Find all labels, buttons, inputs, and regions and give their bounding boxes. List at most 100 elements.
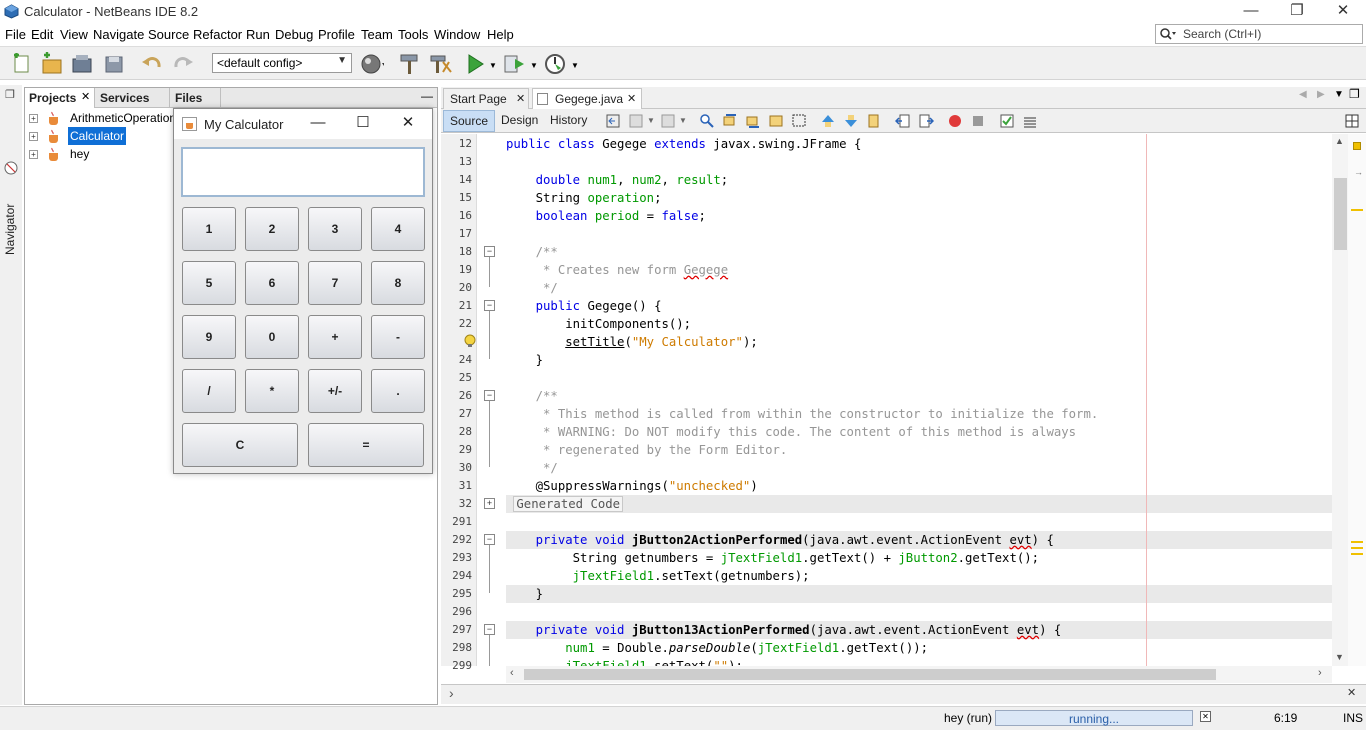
warning-marker[interactable] — [1351, 547, 1363, 549]
find-next-icon[interactable] — [745, 113, 761, 129]
vertical-scroll-thumb[interactable] — [1334, 178, 1347, 250]
scroll-left-icon[interactable]: ‹ — [510, 667, 514, 679]
calc-button-decimal[interactable]: . — [371, 369, 425, 413]
undo-icon[interactable] — [140, 52, 164, 76]
save-all-icon[interactable] — [102, 52, 126, 76]
calc-button-plus[interactable]: + — [308, 315, 362, 359]
cancel-process-icon[interactable]: ✕ — [1200, 711, 1211, 722]
tab-design[interactable]: Design — [495, 110, 544, 132]
new-file-icon[interactable] — [10, 52, 34, 76]
back-dropdown-icon[interactable]: ▼ — [647, 116, 655, 125]
calc-button-9[interactable]: 9 — [182, 315, 236, 359]
fold-collapse-icon[interactable]: − — [484, 246, 495, 257]
next-bookmark-icon[interactable] — [843, 113, 859, 129]
document-list-icon[interactable]: ▼ — [1334, 89, 1344, 100]
back-icon[interactable] — [628, 113, 644, 129]
calc-minimize-button[interactable]: — — [298, 109, 338, 139]
forward-dropdown-icon[interactable]: ▼ — [679, 116, 687, 125]
warning-marker[interactable] — [1351, 209, 1363, 211]
calc-button-0[interactable]: 0 — [245, 315, 299, 359]
lightbulb-hint-icon[interactable] — [463, 334, 477, 348]
restore-button[interactable]: ❐ — [1274, 0, 1320, 24]
calc-button-6[interactable]: 6 — [245, 261, 299, 305]
previous-bookmark-icon[interactable] — [820, 113, 836, 129]
warning-status-icon[interactable] — [1353, 142, 1361, 150]
new-project-icon[interactable] — [40, 52, 64, 76]
code-editor[interactable]: public class Gegege extends javax.swing.… — [506, 134, 1332, 666]
calc-button-minus[interactable]: - — [371, 315, 425, 359]
menu-refactor[interactable]: Refactor — [193, 27, 242, 42]
menu-file[interactable]: File — [5, 27, 26, 42]
calc-maximize-button[interactable]: ☐ — [343, 109, 383, 139]
stop-macro-recording-icon[interactable] — [970, 113, 986, 129]
vertical-scrollbar[interactable]: ▲ ▼ — [1332, 134, 1348, 666]
tab-history[interactable]: History — [544, 110, 593, 132]
warning-marker[interactable] — [1351, 553, 1363, 555]
horizontal-scroll-thumb[interactable] — [524, 669, 1216, 680]
run-progress-bar[interactable]: running... — [995, 710, 1193, 726]
menu-edit[interactable]: Edit — [31, 27, 53, 42]
calc-button-divide[interactable]: / — [182, 369, 236, 413]
fold-collapse-icon[interactable]: − — [484, 534, 495, 545]
expand-icon[interactable]: + — [29, 114, 38, 123]
minimize-panel-icon[interactable]: — — [421, 89, 433, 103]
tab-services[interactable]: Services — [96, 88, 170, 108]
fold-collapse-icon[interactable]: − — [484, 390, 495, 401]
calc-button-7[interactable]: 7 — [308, 261, 362, 305]
generated-code-fold[interactable]: Generated Code — [513, 496, 624, 512]
menu-view[interactable]: View — [60, 27, 88, 42]
chevron-right-icon[interactable]: › — [449, 685, 454, 701]
search-input[interactable]: Search (Ctrl+I) — [1155, 24, 1363, 44]
calc-button-8[interactable]: 8 — [371, 261, 425, 305]
tab-source[interactable]: Source — [443, 110, 496, 132]
shift-right-icon[interactable] — [918, 113, 934, 129]
close-icon[interactable]: ✕ — [1347, 686, 1356, 699]
close-window-button[interactable]: ✕ — [1320, 0, 1366, 24]
scroll-up-icon[interactable]: ▲ — [1335, 136, 1344, 146]
fold-collapse-icon[interactable]: − — [484, 624, 495, 635]
minimize-button[interactable]: — — [1228, 0, 1274, 24]
tab-start-page[interactable]: Start Page ✕ — [443, 88, 529, 109]
close-icon[interactable]: ✕ — [81, 90, 90, 103]
calc-button-equals[interactable]: = — [308, 423, 424, 467]
menu-window[interactable]: Window — [434, 27, 480, 42]
running-process-label[interactable]: hey (run) — [944, 711, 992, 725]
build-hammer-icon[interactable] — [398, 52, 422, 76]
menu-navigate[interactable]: Navigate — [93, 27, 144, 42]
fold-collapse-icon[interactable]: − — [484, 300, 495, 311]
config-dropdown[interactable]: <default config> ▼ — [212, 53, 352, 73]
toggle-highlight-icon[interactable] — [768, 113, 784, 129]
calc-button-1[interactable]: 1 — [182, 207, 236, 251]
menu-source[interactable]: Source — [148, 27, 189, 42]
menu-profile[interactable]: Profile — [318, 27, 355, 42]
browser-globe-icon[interactable] — [360, 52, 384, 76]
clean-build-icon[interactable] — [429, 52, 453, 76]
last-edit-icon[interactable] — [605, 113, 621, 129]
calc-button-clear[interactable]: C — [182, 423, 298, 467]
validate-xml-icon[interactable] — [1022, 113, 1038, 129]
calculator-display[interactable] — [181, 147, 425, 197]
menu-debug[interactable]: Debug — [275, 27, 313, 42]
rectangular-selection-icon[interactable] — [791, 113, 807, 129]
restore-window-group-icon[interactable]: ❐ — [5, 88, 15, 101]
fold-expand-icon[interactable]: + — [484, 498, 495, 509]
expand-icon[interactable]: + — [29, 132, 38, 141]
toggle-bookmark-icon[interactable] — [866, 113, 882, 129]
tab-files[interactable]: Files — [171, 88, 221, 108]
calc-button-negate[interactable]: +/- — [308, 369, 362, 413]
calc-button-4[interactable]: 4 — [371, 207, 425, 251]
run-project-icon[interactable] — [463, 52, 487, 76]
tab-gegege-java[interactable]: Gegege.java ✕ — [532, 88, 642, 109]
redo-icon[interactable] — [171, 52, 195, 76]
debug-project-icon[interactable] — [502, 52, 526, 76]
split-editor-icon[interactable] — [1344, 113, 1360, 129]
menu-tools[interactable]: Tools — [398, 27, 428, 42]
calc-button-3[interactable]: 3 — [308, 207, 362, 251]
scroll-down-icon[interactable]: ▼ — [1335, 652, 1344, 662]
open-project-icon[interactable] — [71, 52, 95, 76]
find-previous-icon[interactable] — [722, 113, 738, 129]
debug-dropdown-icon[interactable]: ▼ — [530, 61, 538, 70]
close-icon[interactable]: ✕ — [627, 89, 636, 109]
profile-project-icon[interactable] — [543, 52, 567, 76]
close-icon[interactable]: ✕ — [516, 89, 525, 109]
